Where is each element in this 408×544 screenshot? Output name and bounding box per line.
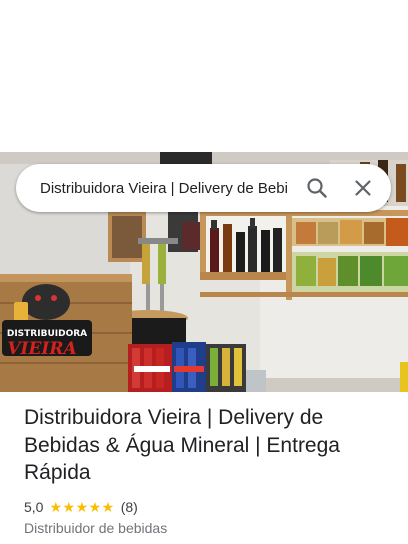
search-icon — [307, 178, 327, 198]
logo-text-line1: DISTRIBUIDORA — [7, 329, 87, 339]
rating-value: 5,0 — [24, 499, 44, 515]
search-input[interactable] — [40, 179, 287, 197]
search-button[interactable] — [297, 168, 337, 208]
star-rating-icon: ★★★★★ — [49, 498, 115, 515]
close-icon — [355, 180, 371, 196]
review-count[interactable]: (8) — [121, 499, 138, 515]
place-category[interactable]: Distribuidor de bebidas — [24, 520, 396, 536]
clear-search-button[interactable] — [343, 168, 383, 208]
place-info-panel: Distribuidora Vieira | Delivery de Bebid… — [24, 404, 396, 536]
rating-row[interactable]: 5,0 ★★★★★ (8) — [24, 499, 396, 516]
search-bar[interactable] — [16, 164, 391, 212]
logo-text-line2: VIEIRA — [7, 339, 76, 359]
place-title: Distribuidora Vieira | Delivery de Bebid… — [24, 406, 340, 484]
map-area-blank — [0, 0, 408, 152]
